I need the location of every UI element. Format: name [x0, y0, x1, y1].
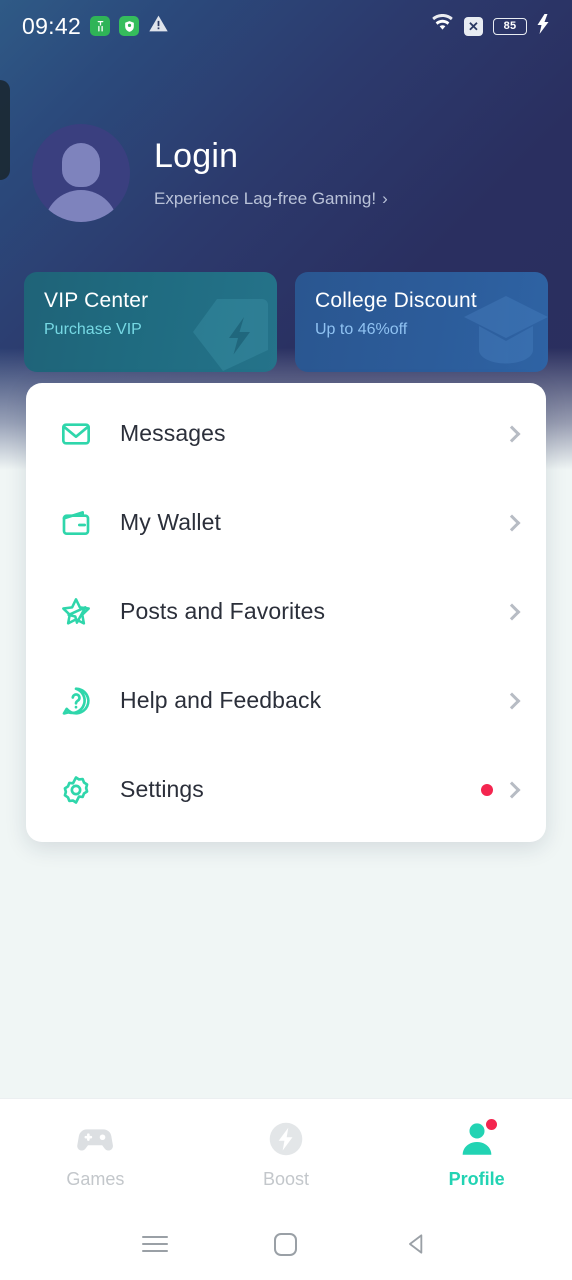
warning-triangle-icon	[148, 13, 169, 39]
avatar-body	[44, 190, 118, 222]
tab-profile[interactable]: Profile	[381, 1099, 572, 1208]
chevron-right-icon	[503, 514, 521, 531]
person-icon	[455, 1117, 499, 1161]
profile-header-text: Login Experience Lag-free Gaming! ›	[154, 137, 388, 208]
menu-item-my-wallet[interactable]: My Wallet	[26, 478, 546, 567]
wallet-icon	[56, 503, 96, 543]
green-shield-icon	[119, 16, 140, 36]
promo-cards: VIP Center Purchase VIP College Discount…	[24, 272, 548, 372]
home-icon[interactable]	[263, 1221, 309, 1267]
menu-item-posts-and-favorites[interactable]: Posts and Favorites	[26, 567, 546, 656]
green-app-icon	[90, 16, 111, 36]
menu-item-label: Posts and Favorites	[120, 598, 326, 624]
menu-item-label: My Wallet	[120, 509, 221, 535]
star-plane-icon	[56, 592, 96, 632]
chevron-right-icon	[503, 603, 521, 620]
menu-item-right	[503, 692, 521, 709]
status-bar-left: 09:42	[22, 13, 169, 40]
menu-item-label: Settings	[120, 776, 204, 802]
recents-glyph	[142, 1231, 169, 1257]
gear-icon	[56, 770, 96, 810]
chevron-right-icon: ›	[382, 188, 388, 208]
back-icon[interactable]	[394, 1221, 440, 1267]
promo-subtitle: Up to 46%off	[315, 321, 408, 338]
menu-item-right	[503, 603, 521, 620]
no-sim-icon: ✕	[464, 16, 483, 36]
wifi-icon	[431, 13, 454, 38]
menu-item-right	[481, 781, 521, 798]
promo-subtitle: Purchase VIP	[44, 321, 142, 338]
tab-label: Profile	[448, 1169, 505, 1189]
tab-games[interactable]: Games	[0, 1099, 191, 1208]
menu-item-help-and-feedback[interactable]: Help and Feedback	[26, 656, 546, 745]
status-bar: 09:42 ✕ 85	[0, 0, 572, 52]
bottom-tab-bar: Games Boost Profile	[0, 1098, 572, 1208]
tab-label: Boost	[262, 1169, 310, 1189]
tab-badge-dot	[485, 1119, 497, 1130]
menu-item-label: Messages	[120, 420, 226, 446]
avatar[interactable]	[32, 124, 130, 222]
question-bubble-icon	[56, 681, 96, 721]
gamepad-icon	[73, 1117, 117, 1161]
promo-title: College Discount	[315, 289, 477, 312]
profile-header[interactable]: Login Experience Lag-free Gaming! ›	[0, 124, 572, 222]
menu-item-right	[503, 425, 521, 442]
chevron-right-icon	[503, 692, 521, 709]
android-nav-bar	[0, 1208, 572, 1280]
tab-label: Games	[66, 1169, 125, 1189]
promo-title: VIP Center	[44, 289, 149, 312]
status-bar-right: ✕ 85	[431, 13, 550, 39]
phone-screen: 09:42 ✕ 85 Login Experience Lag-free Gam…	[0, 0, 572, 1280]
bolt-circle-icon	[264, 1117, 308, 1161]
menu-card: Messages My Wallet Posts and Favorites H…	[26, 383, 546, 842]
chevron-right-icon	[503, 781, 521, 798]
menu-item-label: Help and Feedback	[120, 687, 322, 713]
avatar-head	[62, 143, 100, 187]
status-bar-clock: 09:42	[22, 12, 82, 39]
chevron-right-icon	[503, 425, 521, 442]
tab-boost[interactable]: Boost	[191, 1099, 382, 1208]
menu-item-settings[interactable]: Settings	[26, 745, 546, 834]
recents-icon[interactable]	[132, 1221, 178, 1267]
promo-card-college-discount[interactable]: College Discount Up to 46%off	[295, 272, 548, 372]
menu-item-right	[503, 514, 521, 531]
promo-card-vip-center[interactable]: VIP Center Purchase VIP	[24, 272, 277, 372]
charging-bolt-icon	[537, 13, 550, 39]
profile-subtitle-text: Experience Lag-free Gaming!	[154, 188, 377, 208]
home-glyph	[274, 1232, 298, 1256]
battery-icon: 85	[493, 17, 527, 35]
profile-subtitle-link[interactable]: Experience Lag-free Gaming! ›	[154, 189, 388, 209]
status-badge	[481, 783, 493, 796]
menu-item-messages[interactable]: Messages	[26, 389, 546, 478]
page-title[interactable]: Login	[154, 137, 388, 176]
envelope-icon	[56, 414, 96, 454]
